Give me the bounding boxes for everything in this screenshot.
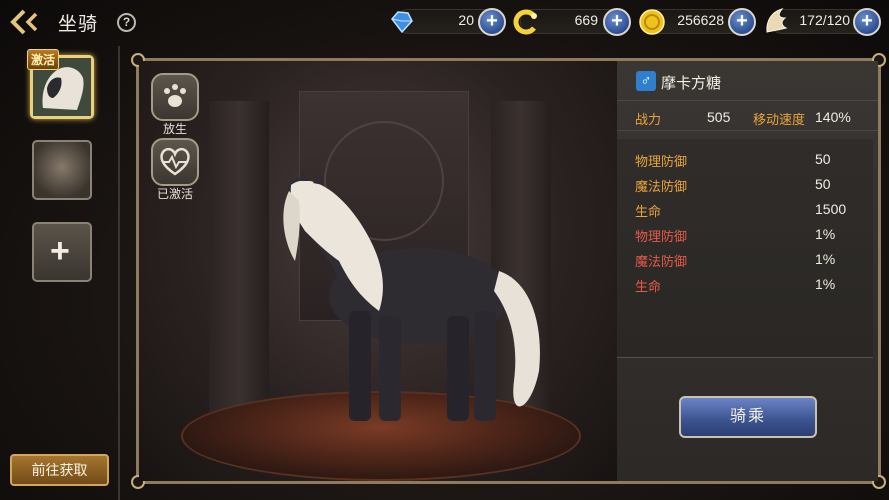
- ride-button[interactable]: 骑乘: [679, 396, 817, 438]
- male-gender-icon: ♂: [636, 71, 656, 91]
- mount-slot-empty[interactable]: [32, 140, 92, 200]
- activated-label: 已激活: [156, 187, 193, 201]
- add-energy-button[interactable]: +: [853, 8, 881, 36]
- activated-status-button[interactable]: [151, 138, 199, 186]
- top-bar: 坐骑 ? 20 + 669 + 256628 + 172/120 +: [0, 0, 889, 44]
- mount-name-row: ♂ 摩卡方糖: [617, 61, 878, 101]
- attr-label: 生命: [635, 204, 662, 219]
- help-button[interactable]: ?: [117, 13, 136, 32]
- wing-energy-icon: [766, 8, 788, 33]
- sidebar-divider: [118, 46, 120, 500]
- attr-value: 50: [815, 176, 831, 192]
- background-pillar: [209, 101, 269, 431]
- blue-gem-icon: [391, 11, 413, 34]
- energy-value: 172/120: [799, 12, 850, 28]
- c-coin-value: 669: [574, 12, 598, 28]
- back-arrow-icon: [10, 9, 38, 35]
- gold-c-coin-icon: [513, 9, 537, 35]
- attr-label: 物理防御: [635, 154, 688, 169]
- attr-label: 魔法防御: [635, 179, 688, 194]
- go-obtain-button[interactable]: 前往获取: [10, 454, 109, 486]
- power-value: 505: [707, 109, 731, 125]
- plus-icon: +: [50, 232, 70, 270]
- heart-pulse-icon: [160, 147, 190, 176]
- attr-value: 1%: [815, 276, 836, 292]
- add-gem-button[interactable]: +: [478, 8, 506, 36]
- attr-value: 1%: [815, 251, 836, 267]
- add-c-coin-button[interactable]: +: [603, 8, 631, 36]
- back-button[interactable]: [10, 8, 44, 36]
- attr-value: 1500: [815, 201, 847, 217]
- gold-coin-icon: [639, 9, 665, 35]
- attr-label: 物理防御: [635, 229, 688, 244]
- release-button[interactable]: [151, 73, 199, 121]
- release-label: 放生: [162, 122, 187, 136]
- power-label: 战力: [635, 112, 662, 127]
- stats-divider: [617, 357, 873, 358]
- horse-model[interactable]: [269, 171, 559, 431]
- mount-name: 摩卡方糖: [661, 75, 722, 92]
- speed-label: 移动速度: [753, 112, 806, 127]
- attr-label: 生命: [635, 279, 662, 294]
- paw-icon: [164, 84, 186, 107]
- attr-value: 50: [815, 151, 831, 167]
- speed-value: 140%: [815, 109, 851, 125]
- attr-value: 1%: [815, 226, 836, 242]
- gem-value: 20: [458, 12, 474, 28]
- add-mount-slot-button[interactable]: +: [32, 222, 92, 282]
- attr-label: 魔法防御: [635, 254, 688, 269]
- page-title: 坐骑: [58, 14, 99, 35]
- mount-slot-active[interactable]: 激活: [27, 49, 94, 119]
- mount-stats-panel: ♂ 摩卡方糖 战力 505 移动速度 140% 物理防御 50 魔法防御 50 …: [617, 61, 878, 481]
- power-speed-row: 战力 505 移动速度 140%: [617, 101, 878, 131]
- add-gold-button[interactable]: +: [728, 8, 756, 36]
- gold-value: 256628: [677, 12, 724, 28]
- mount-display-scene: 放生 已激活: [139, 61, 617, 481]
- attribute-list: 物理防御 50 魔法防御 50 生命 1500 物理防御 1% 魔法防御 1% …: [617, 139, 873, 357]
- mount-detail-frame: 放生 已激活 ♂ 摩卡方糖 战力 505 移动速度 140% 物理防御 50 魔…: [131, 53, 886, 489]
- active-badge: 激活: [27, 49, 60, 70]
